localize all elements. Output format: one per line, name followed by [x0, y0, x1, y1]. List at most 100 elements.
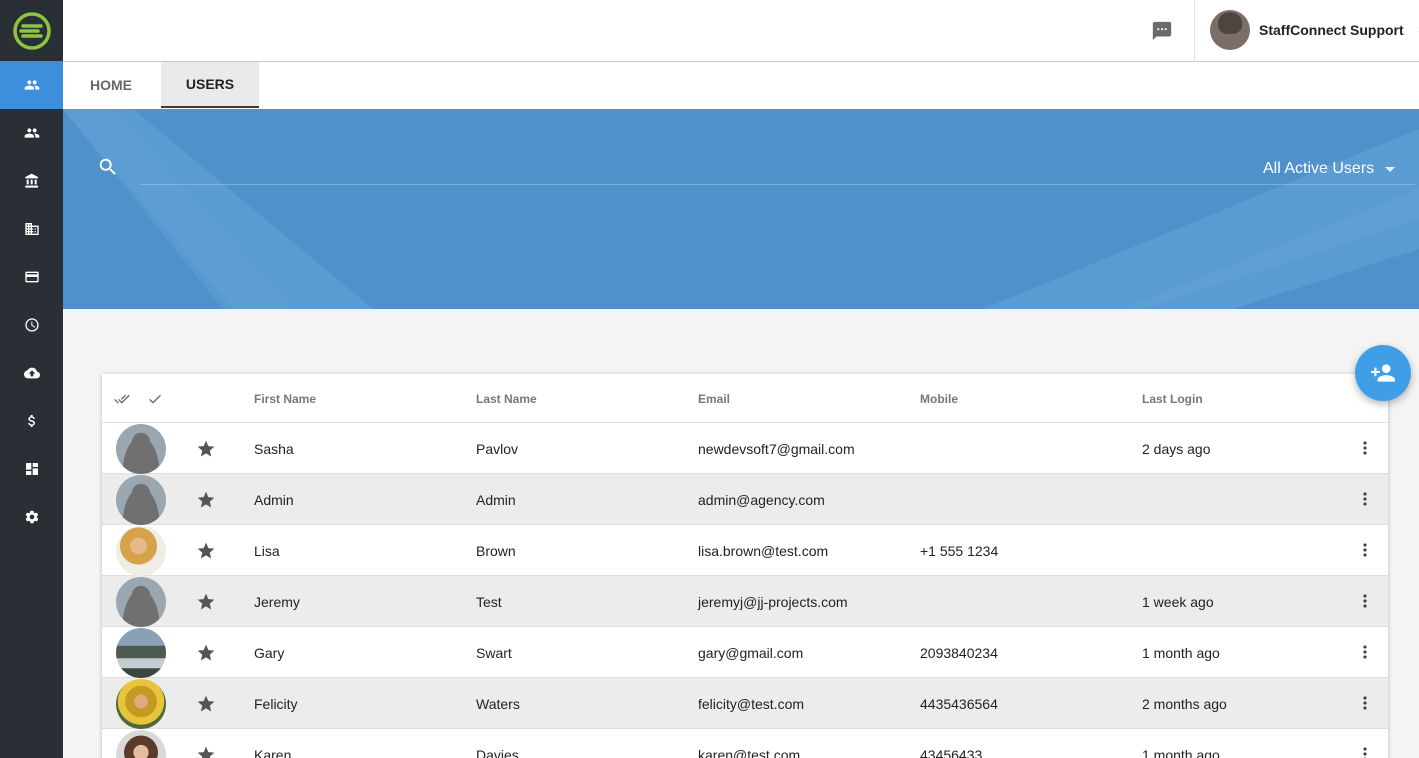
- clock-icon: [24, 318, 39, 332]
- staffconnect-logo[interactable]: [0, 0, 63, 61]
- sidebar-item-clients[interactable]: [0, 157, 63, 205]
- users-table: First Name Last Name Email Mobile Last L…: [102, 374, 1388, 758]
- user-menu[interactable]: StaffConnect Support: [1210, 9, 1419, 51]
- column-header-last-name[interactable]: Last Name: [476, 374, 537, 423]
- chat-icon: [1152, 21, 1172, 41]
- column-header-first-name[interactable]: First Name: [254, 374, 316, 423]
- cell-last-name: Test: [476, 593, 502, 610]
- more-vert-icon[interactable]: [1355, 489, 1375, 509]
- cell-email: newdevsoft7@gmail.com: [698, 440, 855, 457]
- select-check-icon[interactable]: [146, 391, 164, 407]
- star-icon[interactable]: [196, 643, 216, 663]
- sidebar-item-dashboard[interactable]: [0, 445, 63, 493]
- tab-users[interactable]: USERS: [161, 62, 259, 108]
- cell-first-name: Felicity: [254, 695, 298, 712]
- avatar: [116, 577, 166, 627]
- cell-last-name: Waters: [476, 695, 520, 712]
- sidebar-item-staff[interactable]: [0, 109, 63, 157]
- table-row[interactable]: Karen Davies karen@test.com 43456433 1 m…: [102, 729, 1388, 758]
- search-underline: [140, 184, 1415, 185]
- tab-home[interactable]: HOME: [63, 62, 159, 108]
- search-hero: All Active Users: [63, 109, 1419, 309]
- cell-last-name: Admin: [476, 491, 516, 508]
- cell-email: lisa.brown@test.com: [698, 542, 829, 559]
- user-avatar: [1210, 10, 1250, 50]
- table-row[interactable]: Admin Admin admin@agency.com: [102, 474, 1388, 525]
- sidebar-item-payroll[interactable]: [0, 397, 63, 445]
- column-header-last-login[interactable]: Last Login: [1142, 374, 1203, 423]
- star-icon[interactable]: [196, 439, 216, 459]
- avatar: [116, 628, 166, 678]
- table-row[interactable]: Gary Swart gary@gmail.com 2093840234 1 m…: [102, 627, 1388, 678]
- avatar: [116, 730, 166, 758]
- avatar: [116, 475, 166, 525]
- sidebar-item-timesheets[interactable]: [0, 301, 63, 349]
- top-bar: StaffConnect Support: [63, 0, 1419, 62]
- cell-last-name: Swart: [476, 644, 512, 661]
- cell-first-name: Jeremy: [254, 593, 300, 610]
- sidebar-item-settings[interactable]: [0, 493, 63, 541]
- star-icon[interactable]: [196, 541, 216, 561]
- sidebar-item-uploads[interactable]: [0, 349, 63, 397]
- table-row[interactable]: Felicity Waters felicity@test.com 443543…: [102, 678, 1388, 729]
- hero-background: [63, 109, 1419, 309]
- sidebar-item-payments[interactable]: [0, 253, 63, 301]
- sidebar-item-companies[interactable]: [0, 205, 63, 253]
- column-header-mobile[interactable]: Mobile: [920, 374, 958, 423]
- cell-first-name: Sasha: [254, 440, 294, 457]
- cell-email: gary@gmail.com: [698, 644, 804, 661]
- cell-last-name: Davies: [476, 746, 519, 758]
- dashboard-icon: [25, 463, 38, 475]
- star-icon[interactable]: [196, 745, 216, 758]
- cell-last-login: 1 month ago: [1142, 644, 1220, 661]
- cell-first-name: Admin: [254, 491, 294, 508]
- more-vert-icon[interactable]: [1355, 540, 1375, 560]
- user-name: StaffConnect Support: [1259, 22, 1404, 38]
- add-user-button[interactable]: [1355, 345, 1411, 401]
- sidebar-item-users[interactable]: [0, 61, 63, 109]
- column-header-email[interactable]: Email: [698, 374, 730, 423]
- more-vert-icon[interactable]: [1355, 591, 1375, 611]
- chat-button[interactable]: [1150, 19, 1174, 43]
- cell-last-name: Brown: [476, 542, 516, 559]
- cell-first-name: Gary: [254, 644, 285, 661]
- cell-email: felicity@test.com: [698, 695, 805, 712]
- more-vert-icon[interactable]: [1355, 744, 1375, 758]
- add-person-icon: [1371, 364, 1395, 382]
- avatar: [116, 526, 166, 576]
- search-icon[interactable]: [97, 156, 119, 178]
- more-vert-icon[interactable]: [1355, 438, 1375, 458]
- cell-last-login: 2 days ago: [1142, 440, 1211, 457]
- search-input[interactable]: [140, 153, 1040, 183]
- star-icon[interactable]: [196, 490, 216, 510]
- table-header: First Name Last Name Email Mobile Last L…: [102, 374, 1388, 423]
- select-all-icon[interactable]: [113, 391, 131, 407]
- dollar-icon: [27, 415, 35, 427]
- user-filter-select[interactable]: All Active Users: [1263, 157, 1396, 181]
- cell-mobile: 2093840234: [920, 644, 998, 661]
- chevron-down-icon: [1385, 166, 1396, 172]
- cell-mobile: 4435436564: [920, 695, 998, 712]
- bank-icon: [24, 173, 38, 188]
- tab-bar: HOME USERS: [63, 62, 1419, 109]
- cloud-upload-icon: [23, 367, 40, 379]
- table-row[interactable]: Sasha Pavlov newdevsoft7@gmail.com 2 day…: [102, 423, 1388, 474]
- gear-icon: [25, 510, 38, 524]
- cell-mobile: 43456433: [920, 746, 983, 758]
- cell-last-name: Pavlov: [476, 440, 519, 457]
- more-vert-icon[interactable]: [1355, 642, 1375, 662]
- people-icon: [24, 80, 39, 90]
- credit-card-icon: [24, 271, 39, 283]
- building-icon: [24, 223, 39, 235]
- cell-email: jeremyj@jj-projects.com: [698, 593, 848, 610]
- star-icon[interactable]: [196, 694, 216, 714]
- avatar: [116, 679, 166, 729]
- cell-first-name: Lisa: [254, 542, 280, 559]
- cell-first-name: Karen: [254, 746, 292, 758]
- cell-last-login: 1 month ago: [1142, 746, 1220, 758]
- table-row[interactable]: Jeremy Test jeremyj@jj-projects.com 1 we…: [102, 576, 1388, 627]
- more-vert-icon[interactable]: [1355, 693, 1375, 713]
- star-icon[interactable]: [196, 592, 216, 612]
- avatar: [116, 424, 166, 474]
- table-row[interactable]: Lisa Brown lisa.brown@test.com +1 555 12…: [102, 525, 1388, 576]
